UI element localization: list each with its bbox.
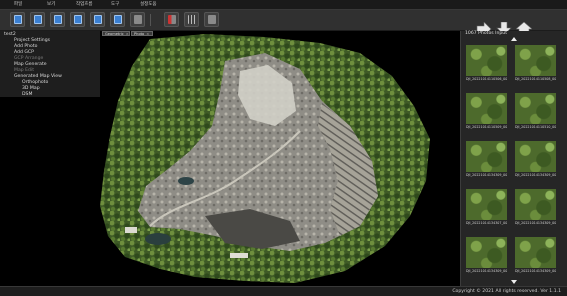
photo-icon <box>74 15 82 24</box>
menu-view[interactable]: 보기 <box>47 0 55 9</box>
photo-thumbnail[interactable]: DJI_20221014110508_0002_PPKOBL.tiff <box>515 45 556 81</box>
photo-thumbnail[interactable]: DJI_20221014134309_0001.JPG <box>466 141 507 177</box>
menu-workflow[interactable]: 작업흐름 <box>76 0 93 9</box>
report-button[interactable] <box>184 12 199 27</box>
status-bar: Copyright © 2021 All rights reserved. Ve… <box>0 286 567 296</box>
photo-caption: DJI_20221014134309_0001.JPG <box>466 173 507 177</box>
gcp-icon <box>94 15 102 24</box>
menu-file[interactable]: 파일 <box>14 0 22 9</box>
open-project-button[interactable] <box>30 12 45 27</box>
close-icon[interactable]: × <box>126 32 129 36</box>
photo-thumbnail[interactable]: DJI_20221014134309_0004.JPG <box>515 189 556 225</box>
photo-thumbnail[interactable]: DJI_20221014110510_0004_Timestamp.MRK <box>515 93 556 129</box>
photo-image <box>466 45 507 76</box>
copyright-text: Copyright © 2021 All rights reserved. Ve… <box>452 289 561 294</box>
settling-pond <box>145 233 171 245</box>
add-gcp-button[interactable] <box>90 12 105 27</box>
photo-thumbnail[interactable]: DJI_20221014134309_0006.JPG <box>515 237 556 273</box>
photo-image <box>515 93 556 124</box>
menu-bar: 파일 보기 작업흐름 도구 설정도움 <box>0 0 567 10</box>
edit-icon <box>134 15 142 24</box>
photo-image <box>515 237 556 268</box>
gear-icon <box>208 15 216 24</box>
building <box>230 253 248 258</box>
new-project-button[interactable] <box>10 12 25 27</box>
photo-caption: DJI_20221014134309_0002.JPG <box>515 173 556 177</box>
menu-tools[interactable]: 도구 <box>111 0 119 9</box>
small-pond <box>178 177 194 185</box>
photo-caption: DJI_20221014134309_0006.JPG <box>515 269 556 273</box>
project-tree: test2 Project Settings Add Photo Add GCP… <box>0 31 100 97</box>
photo-thumbnail[interactable]: DJI_20221014134309_0005.JPG <box>466 237 507 273</box>
photos-panel: 1067 Photos Input DJI_20221014110506_000… <box>460 31 567 286</box>
photo-thumbnail[interactable]: DJI_20221014134307_0003.JPG <box>466 189 507 225</box>
photo-caption: DJI_20221014110510_0004_Timestamp.MRK <box>515 125 556 129</box>
photo-thumbnail[interactable]: DJI_20221014110509_0003_PPKNIN.tiff <box>466 93 507 129</box>
scroll-down-arrow-icon[interactable] <box>511 280 517 284</box>
photos-panel-title: 1067 Photos Input <box>465 31 508 36</box>
tab-photo-label: Photo <box>134 32 145 36</box>
photo-image <box>515 45 556 76</box>
photo-image <box>515 189 556 220</box>
photo-thumbnail[interactable]: DJI_20221014110506_0001_PPKNIN.tiff <box>466 45 507 81</box>
close-icon[interactable]: × <box>146 32 149 36</box>
photo-image <box>466 237 507 268</box>
menu-settings-help[interactable]: 설정도움 <box>140 0 157 9</box>
photo-caption: DJI_20221014110506_0001_PPKNIN.tiff <box>466 77 507 81</box>
app-window: 파일 보기 작업흐름 도구 설정도움 test2 Project Setting… <box>0 0 567 296</box>
photo-thumbnail[interactable]: DJI_20221014134309_0002.JPG <box>515 141 556 177</box>
map-edit-button[interactable] <box>130 12 145 27</box>
scroll-up-arrow-icon[interactable] <box>511 37 517 41</box>
building <box>125 227 137 233</box>
open-project-icon <box>34 15 42 24</box>
statistics-button[interactable] <box>164 12 179 27</box>
photo-image <box>466 141 507 172</box>
photo-caption: DJI_20221014110508_0002_PPKOBL.tiff <box>515 77 556 81</box>
map-icon <box>114 15 122 24</box>
photo-caption: DJI_20221014134309_0005.JPG <box>466 269 507 273</box>
tab-geometric-label: Geometric <box>105 32 124 36</box>
photo-caption: DJI_20221014134307_0003.JPG <box>466 221 507 225</box>
photo-image <box>466 189 507 220</box>
toolbar-separator <box>150 14 151 26</box>
toolbar <box>0 10 567 36</box>
photo-caption: DJI_20221014110509_0003_PPKNIN.tiff <box>466 125 507 129</box>
photo-caption: DJI_20221014134309_0004.JPG <box>515 221 556 225</box>
tree-item-dsm[interactable]: DSM <box>22 92 32 98</box>
save-project-button[interactable] <box>50 12 65 27</box>
save-icon <box>54 15 62 24</box>
photo-image <box>515 141 556 172</box>
statistics-icon <box>168 15 176 24</box>
tab-photo[interactable]: Photo × <box>131 31 153 36</box>
map-generate-button[interactable] <box>110 12 125 27</box>
new-project-icon <box>14 15 22 24</box>
add-photo-button[interactable] <box>70 12 85 27</box>
photo-image <box>466 93 507 124</box>
tab-geometric[interactable]: Geometric × <box>102 31 130 36</box>
chart-icon <box>188 15 196 24</box>
settings-button[interactable] <box>204 12 219 27</box>
